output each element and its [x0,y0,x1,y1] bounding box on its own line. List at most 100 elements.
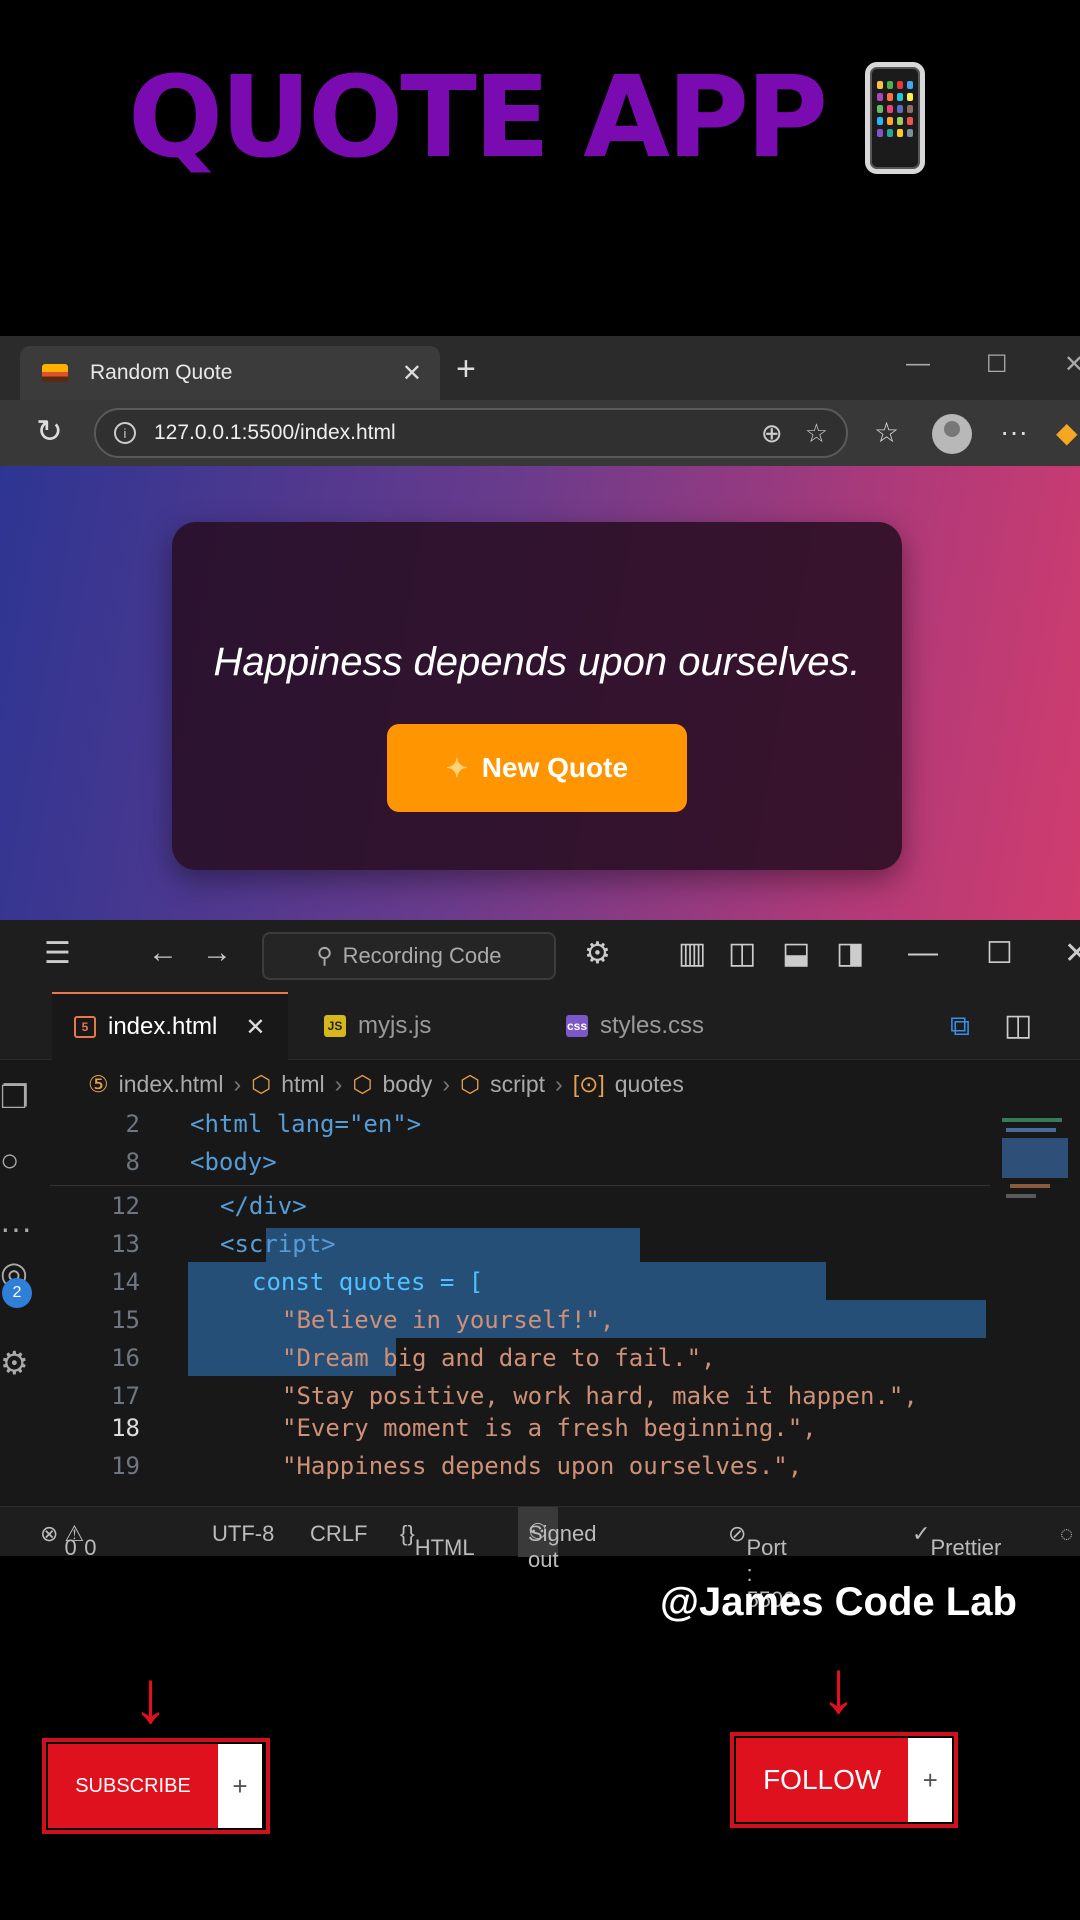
code-line: "Happiness depends upon ourselves.", [282,1452,803,1480]
code-line: "Stay positive, work hard, make it happe… [282,1382,918,1410]
line-number: 17 [111,1382,140,1410]
favorites-list-icon[interactable]: ☆ [874,416,899,449]
chevron-right-icon: › [334,1070,343,1097]
language-label: HTML [414,1535,475,1560]
breadcrumb-item[interactable]: index.html [119,1071,224,1098]
tab-label: myjs.js [358,1012,432,1039]
arrow-down-icon: ↓ [132,1655,169,1738]
web-page: Happiness depends upon ourselves. ✦ New … [0,466,1080,920]
tab-myjs-js[interactable]: JS myjs.js [302,992,538,1060]
headline-title: QUOTE APP [128,53,828,183]
breadcrumb-item[interactable]: quotes [615,1071,684,1098]
quote-text: Happiness depends upon ourselves. [213,640,861,684]
element-icon: ⬡ [459,1070,481,1097]
js-file-icon: JS [324,1015,346,1037]
reload-icon[interactable]: ↻ [36,412,63,450]
close-window-icon[interactable]: ✕ [1064,350,1080,379]
code-line: <body> [190,1148,277,1176]
element-icon: ⬡ [251,1070,272,1097]
language-status[interactable]: {} HTML [400,1521,475,1560]
browser-tab-title: Random Quote [90,361,233,384]
line-number: 8 [125,1148,140,1176]
toggle-sidebar-icon[interactable]: ◫ [728,936,756,971]
code-line: </div> [220,1192,307,1220]
chevron-right-icon: › [555,1070,563,1097]
more-views-icon[interactable]: ··· [0,1210,32,1247]
address-bar[interactable]: i 127.0.0.1:5500/index.html ⊕ ☆ [94,408,848,458]
maximize-icon[interactable]: ☐ [986,350,1008,379]
minimap[interactable] [996,1108,1080,1428]
explorer-icon[interactable]: ❐ [0,1078,29,1116]
copilot-agent-icon[interactable]: ⚙ [584,936,611,971]
favorite-star-icon[interactable]: ☆ [805,418,828,449]
sparkles-icon: ✦ [445,752,468,783]
minimize-icon[interactable]: — [908,936,938,970]
subscribe-label: SUBSCRIBE [48,1744,218,1828]
profile-avatar[interactable] [932,414,972,454]
code-area[interactable]: 2 <html lang="en"> 8 <body> 12 </div> 13… [50,1108,990,1424]
url-text[interactable]: 127.0.0.1:5500/index.html [154,421,739,445]
notifications-bell-icon[interactable]: ◌ [1060,1521,1073,1547]
code-line: "Believe in yourself!", [282,1306,615,1334]
minimize-icon[interactable]: — [906,350,930,378]
address-bar-row: ↻ i 127.0.0.1:5500/index.html ⊕ ☆ ☆ ··· … [0,400,1080,466]
live-server-status[interactable]: ⊘ Port : 5500 [728,1521,795,1612]
line-number: 15 [111,1306,140,1334]
close-window-icon[interactable]: ✕ [1064,936,1080,971]
line-number: 19 [111,1452,140,1480]
channel-handle: @James Code Lab [660,1580,1017,1624]
code-area-lower[interactable]: 18 "Every moment is a fresh beginning.",… [50,1414,990,1500]
prettier-label: Prettier [930,1535,1002,1560]
sticky-scroll: 2 <html lang="en"> 8 <body> [50,1108,990,1186]
follow-button[interactable]: FOLLOW + [730,1732,958,1828]
command-center-search[interactable]: ⚲ Recording Code [262,932,556,980]
site-info-icon[interactable]: i [114,422,136,444]
tab-styles-css[interactable]: css styles.css [544,992,784,1060]
mobile-phone-icon [865,62,926,174]
menu-icon[interactable]: ☰ [44,936,71,971]
breadcrumb-item[interactable]: html [281,1071,324,1098]
customize-layout-icon[interactable]: ▥ [678,936,706,971]
eol-status[interactable]: CRLF [310,1521,367,1547]
problems-status[interactable]: ⊗ 0 ⚠ 0 [40,1521,97,1560]
split-editor-icon[interactable]: ◫ [1004,1008,1032,1043]
close-tab-icon[interactable]: ✕ [402,359,422,388]
tab-index-html[interactable]: 5 index.html ✕ [52,992,288,1060]
zoom-icon[interactable]: ⊕ [761,418,783,449]
code-line: <script> [220,1230,336,1258]
copilot-icon[interactable]: ◆ [1056,416,1078,449]
headline: QUOTE APP [128,53,926,183]
subscribe-button[interactable]: SUBSCRIBE + [42,1738,270,1834]
open-preview-icon[interactable]: ⧉ [950,1010,970,1043]
tab-label: index.html [108,1013,218,1040]
account-label: Signed out [528,1521,597,1572]
status-bar: ⊗ 0 ⚠ 0 UTF-8 CRLF {} HTML ⚇ Signed out … [0,1506,1080,1612]
encoding-status[interactable]: UTF-8 [212,1521,274,1547]
breadcrumb-item[interactable]: script [490,1071,545,1098]
notification-badge: 2 [2,1278,32,1308]
new-quote-label: New Quote [481,752,629,783]
new-tab-button[interactable]: + [456,350,476,389]
search-view-icon[interactable]: ○ [0,1142,19,1179]
back-arrow-icon[interactable]: ← [148,936,178,970]
account-status[interactable]: ⚇ Signed out [518,1507,597,1572]
breadcrumb-item[interactable]: body [382,1071,432,1098]
browser-tab-bar: Random Quote ✕ + — ☐ ✕ [0,336,1080,400]
chevron-right-icon: › [442,1070,450,1097]
error-count: 0 [64,1535,77,1560]
forward-arrow-icon[interactable]: → [202,936,232,970]
command-center-text: Recording Code [342,943,502,968]
settings-gear-icon[interactable]: ⚙ [0,1344,29,1382]
new-quote-button[interactable]: ✦ New Quote [387,724,687,812]
code-line: const quotes = [ [252,1268,484,1296]
code-line: "Dream big and dare to fail.", [282,1344,716,1372]
maximize-icon[interactable]: ☐ [986,936,1013,971]
line-number: 16 [111,1344,140,1372]
close-tab-icon[interactable]: ✕ [245,1013,265,1042]
browser-tab[interactable]: Random Quote ✕ [20,346,440,400]
prettier-status[interactable]: ✓ Prettier [912,1521,1001,1560]
plus-icon: + [908,1738,952,1822]
toggle-panel-icon[interactable]: ⬓ [782,936,810,971]
toggle-secondary-sidebar-icon[interactable]: ◨ [836,936,864,971]
more-menu-icon[interactable]: ··· [1000,416,1028,448]
